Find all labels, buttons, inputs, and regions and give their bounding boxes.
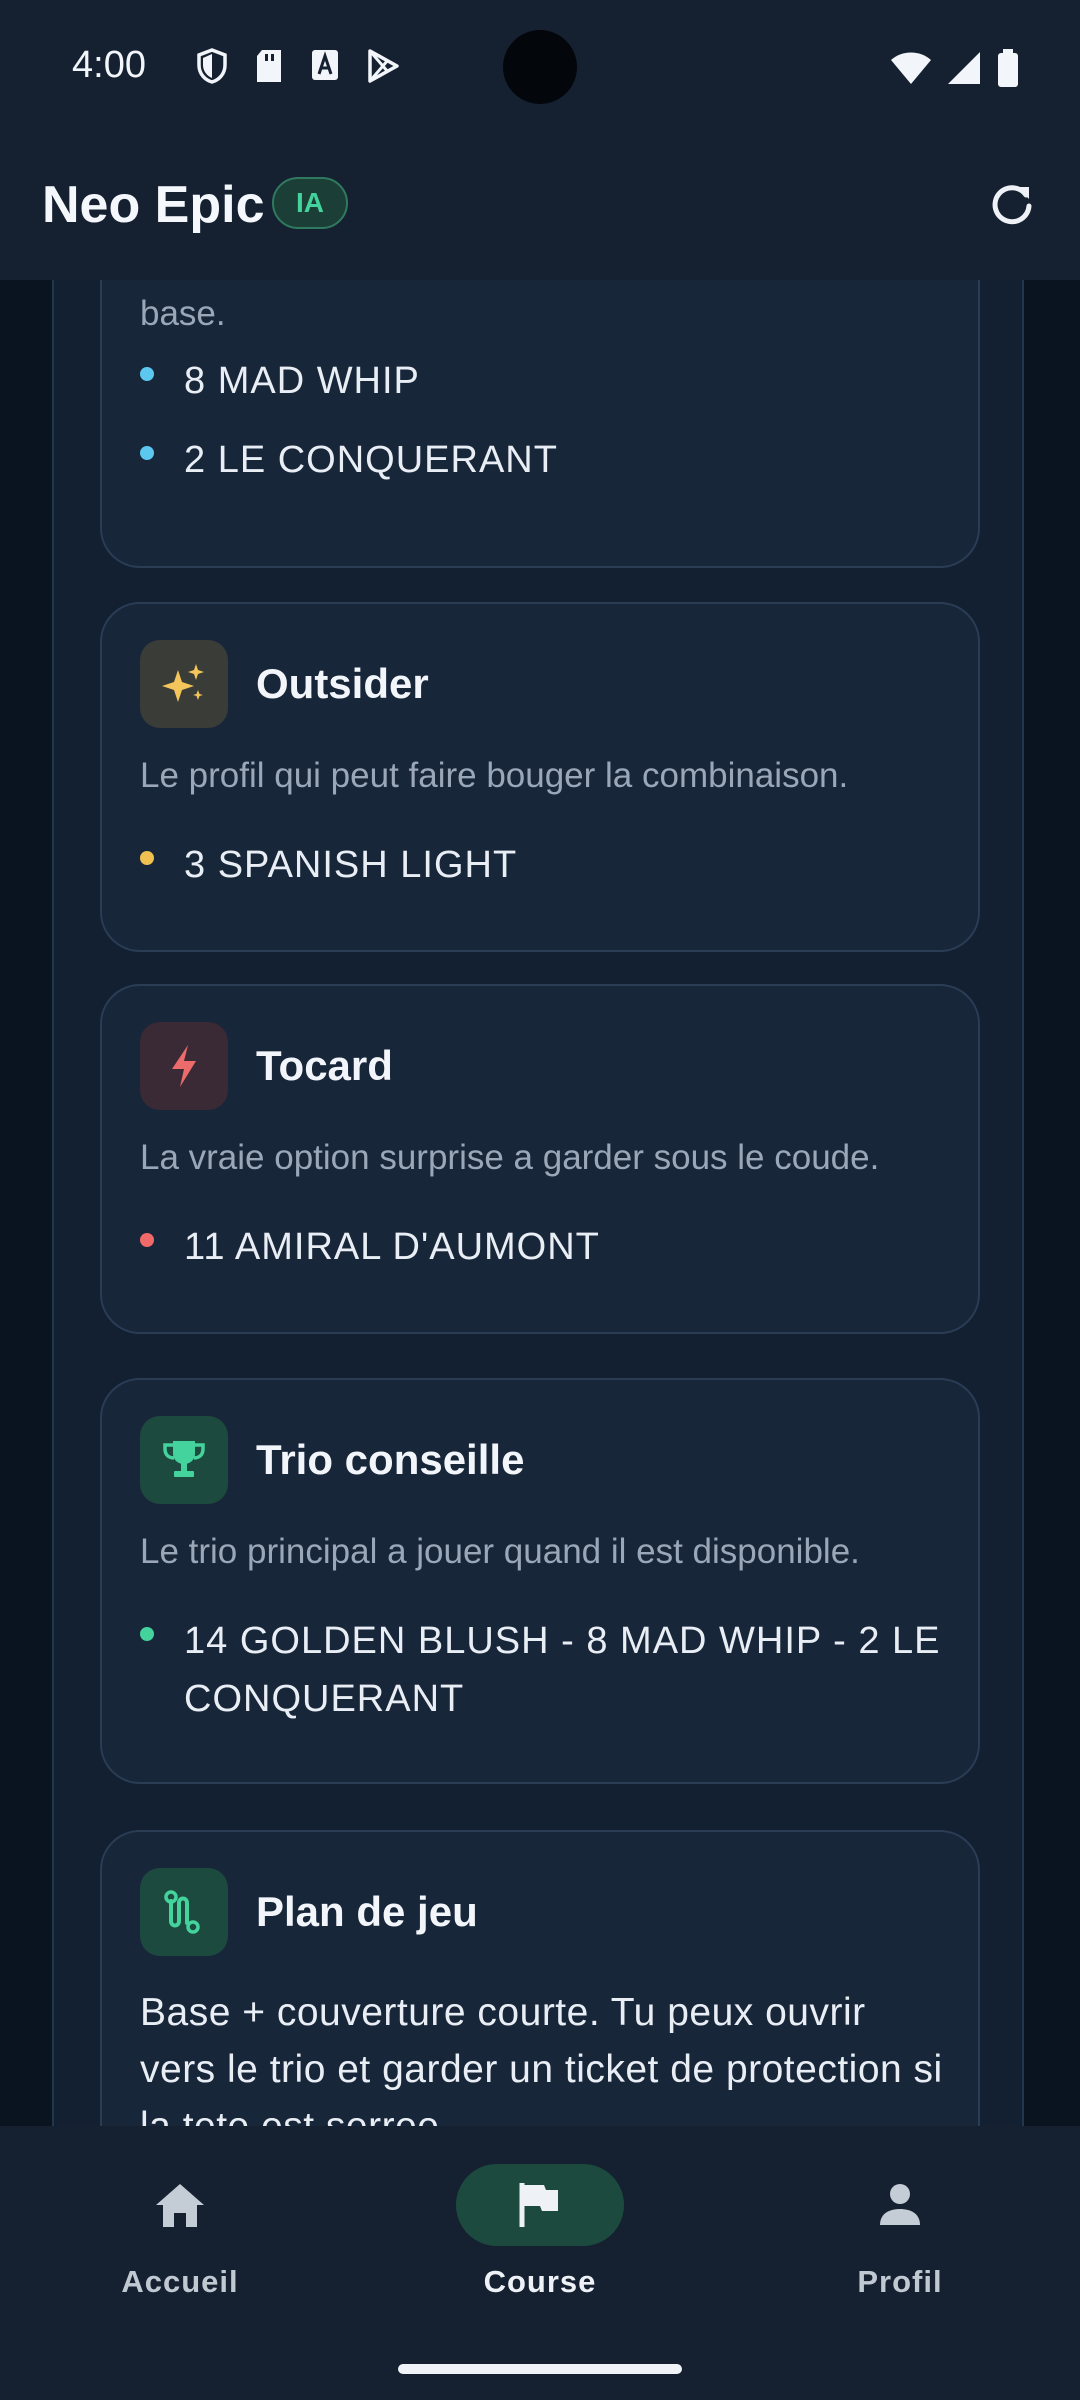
wifi-icon [891, 52, 931, 84]
outsider-card: Outsider Le profil qui peut faire bouger… [100, 602, 980, 952]
bullet-text: 3 SPANISH LIGHT [184, 844, 518, 886]
nav-label: Accueil [121, 2264, 239, 2299]
refresh-icon [992, 185, 1032, 225]
card-desc: Le profil qui peut faire bouger la combi… [140, 756, 849, 795]
status-bar: 4:00 [0, 0, 1080, 132]
home-icon [156, 2184, 204, 2227]
list-item: 14 GOLDEN BLUSH - 8 MAD WHIP - 2 LE CONQ… [140, 1612, 948, 1728]
nav-label: Course [483, 2264, 597, 2299]
nav-item-course[interactable]: Course [410, 2164, 670, 2300]
bullet-dot [140, 1627, 154, 1641]
play-store-icon [368, 49, 399, 83]
app-bar: Neo Epic IA [0, 132, 1080, 280]
bullet-dot [140, 446, 154, 460]
route-icon [140, 1868, 228, 1956]
base-card-desc: base. [140, 294, 226, 333]
tocard-card: Tocard La vraie option surprise a garder… [100, 984, 980, 1334]
base-card: base. 8 MAD WHIP 2 LE CONQUERANT [100, 280, 980, 568]
home-indicator[interactable] [398, 2364, 682, 2374]
person-icon [880, 2184, 920, 2225]
card-title: Plan de jeu [256, 1888, 478, 1935]
list-item: 2 LE CONQUERANT [140, 431, 948, 489]
scroll-content[interactable]: base. 8 MAD WHIP 2 LE CONQUERANT Outside… [0, 280, 1080, 2126]
card-desc: La vraie option surprise a garder sous l… [140, 1138, 880, 1177]
camera-cutout [503, 30, 577, 104]
nav-item-accueil[interactable]: Accueil [50, 2164, 310, 2300]
card-title: Tocard [256, 1042, 393, 1089]
sparkles-icon [140, 640, 228, 728]
flag-icon [519, 2183, 558, 2227]
status-time: 4:00 [72, 44, 146, 86]
bullet-text: 11 AMIRAL D'AUMONT [184, 1226, 600, 1268]
list-item: 8 MAD WHIP [140, 352, 948, 410]
card-title: Outsider [256, 660, 429, 707]
bullet-dot [140, 1233, 154, 1247]
nav-label: Profil [857, 2264, 943, 2299]
bullet-dot [140, 367, 154, 381]
bullet-text: 14 GOLDEN BLUSH - 8 MAD WHIP - 2 LE CONQ… [184, 1620, 941, 1720]
bottom-nav: Accueil Course Profil [0, 2126, 1080, 2400]
plan-text: Base + couverture courte. Tu peux ouvrir… [140, 1991, 943, 2126]
shield-icon [197, 48, 227, 84]
battery-icon [998, 49, 1018, 87]
bullet-text: 8 MAD WHIP [184, 360, 420, 402]
refresh-button[interactable] [980, 172, 1044, 236]
app-title: Neo Epic [42, 176, 265, 234]
card-title: Trio conseille [256, 1436, 525, 1483]
trio-card: Trio conseille Le trio principal a jouer… [100, 1378, 980, 1784]
ia-badge: IA [272, 177, 348, 229]
signal-icon [948, 52, 980, 84]
bullet-dot [140, 851, 154, 865]
system-icons [890, 48, 1020, 88]
list-item: 11 AMIRAL D'AUMONT [140, 1218, 948, 1276]
bullet-text: 2 LE CONQUERANT [184, 439, 558, 481]
trophy-icon [140, 1416, 228, 1504]
lightning-icon [140, 1022, 228, 1110]
card-desc: Le trio principal a jouer quand il est d… [140, 1532, 860, 1571]
notification-icons [196, 48, 400, 84]
font-a-icon [312, 50, 338, 80]
sd-card-icon [257, 50, 281, 82]
nav-item-profil[interactable]: Profil [770, 2164, 1030, 2300]
list-item: 3 SPANISH LIGHT [140, 836, 948, 894]
plan-card: Plan de jeu Base + couverture courte. Tu… [100, 1830, 980, 2126]
